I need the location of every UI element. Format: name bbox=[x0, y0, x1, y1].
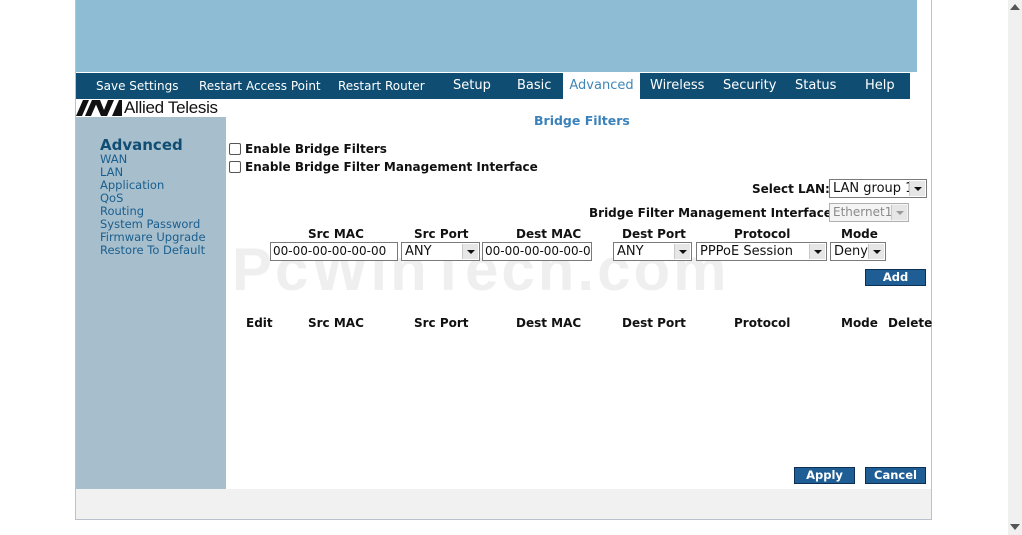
protocol-select[interactable]: PPPoE Session bbox=[696, 242, 827, 261]
protocol-value: PPPoE Session bbox=[700, 244, 793, 259]
mgmt-interface-value: Ethernet1 bbox=[833, 205, 893, 219]
chevron-down-icon bbox=[809, 244, 825, 259]
top-nav: Save Settings Restart Access Point Resta… bbox=[76, 73, 910, 99]
chevron-down-icon bbox=[891, 205, 907, 220]
enable-bridge-filters-checkbox[interactable] bbox=[229, 143, 241, 155]
table-header-dest-mac: Dest MAC bbox=[516, 316, 582, 330]
table-header-edit: Edit bbox=[246, 316, 273, 330]
form-header-dest-port: Dest Port bbox=[622, 227, 686, 241]
nav-setup[interactable]: Setup bbox=[453, 73, 491, 99]
select-lan-label: Select LAN: bbox=[752, 182, 830, 196]
nav-help[interactable]: Help bbox=[865, 73, 895, 99]
logo-mark-icon bbox=[76, 100, 122, 116]
logo-text: Allied Telesis bbox=[124, 98, 218, 117]
mgmt-interface-label: Bridge Filter Management Interface: bbox=[589, 206, 837, 220]
select-lan-value: LAN group 1 bbox=[833, 181, 914, 196]
mode-value: Deny bbox=[834, 244, 868, 259]
mode-select[interactable]: Deny bbox=[830, 242, 886, 261]
form-header-src-mac: Src MAC bbox=[308, 227, 364, 241]
src-mac-input[interactable]: 00-00-00-00-00-00 bbox=[270, 242, 398, 261]
enable-mgmt-interface-checkbox[interactable] bbox=[229, 161, 241, 173]
table-header-src-port: Src Port bbox=[414, 316, 469, 330]
footer-bar bbox=[76, 489, 931, 519]
enable-mgmt-interface-label: Enable Bridge Filter Management Interfac… bbox=[245, 160, 538, 174]
cancel-button[interactable]: Cancel bbox=[865, 467, 926, 484]
table-header-delete: Delete bbox=[888, 316, 933, 330]
scroll-up-icon[interactable] bbox=[1010, 4, 1020, 10]
chevron-down-icon bbox=[462, 244, 478, 259]
select-lan-dropdown[interactable]: LAN group 1 bbox=[829, 179, 927, 198]
nav-status[interactable]: Status bbox=[795, 73, 836, 99]
chevron-down-icon bbox=[868, 244, 884, 259]
nav-basic[interactable]: Basic bbox=[517, 73, 551, 99]
nav-advanced[interactable]: Advanced bbox=[563, 73, 640, 99]
dest-port-select[interactable]: ANY bbox=[613, 242, 692, 261]
allied-telesis-logo: Allied Telesis bbox=[76, 98, 226, 117]
table-header-protocol: Protocol bbox=[734, 316, 791, 330]
table-header-mode: Mode bbox=[841, 316, 878, 330]
chevron-down-icon bbox=[674, 244, 690, 259]
form-header-mode: Mode bbox=[841, 227, 878, 241]
nav-wireless[interactable]: Wireless bbox=[650, 73, 704, 99]
dest-port-value: ANY bbox=[617, 244, 644, 259]
form-header-dest-mac: Dest MAC bbox=[516, 227, 582, 241]
apply-button[interactable]: Apply bbox=[794, 467, 855, 484]
sidebar-links: WAN LAN Application QoS Routing System P… bbox=[100, 153, 206, 257]
scroll-down-icon[interactable] bbox=[1010, 524, 1020, 530]
sidebar: Advanced WAN LAN Application QoS Routing… bbox=[76, 117, 226, 489]
src-port-value: ANY bbox=[405, 244, 432, 259]
table-header-dest-port: Dest Port bbox=[622, 316, 686, 330]
browser-scrollbar[interactable] bbox=[1008, 0, 1022, 535]
form-header-src-port: Src Port bbox=[414, 227, 469, 241]
add-button[interactable]: Add bbox=[865, 269, 926, 286]
sidebar-item-restore-default[interactable]: Restore To Default bbox=[100, 244, 206, 257]
enable-bridge-filters-label: Enable Bridge Filters bbox=[245, 142, 387, 156]
mgmt-interface-dropdown[interactable]: Ethernet1 bbox=[829, 203, 909, 222]
dest-mac-input[interactable]: 00-00-00-00-00-00 bbox=[482, 242, 592, 261]
nav-save-settings[interactable]: Save Settings bbox=[96, 73, 179, 99]
chevron-down-icon bbox=[909, 181, 925, 196]
form-header-protocol: Protocol bbox=[734, 227, 791, 241]
enable-mgmt-interface-row: Enable Bridge Filter Management Interfac… bbox=[229, 160, 538, 174]
table-header-src-mac: Src MAC bbox=[308, 316, 364, 330]
src-port-select[interactable]: ANY bbox=[401, 242, 480, 261]
header-banner bbox=[76, 0, 917, 72]
nav-restart-access-point[interactable]: Restart Access Point bbox=[199, 73, 321, 99]
nav-restart-router[interactable]: Restart Router bbox=[338, 73, 425, 99]
nav-security[interactable]: Security bbox=[723, 73, 776, 99]
page-title: Bridge Filters bbox=[534, 113, 630, 128]
enable-bridge-filters-row: Enable Bridge Filters bbox=[229, 142, 387, 156]
